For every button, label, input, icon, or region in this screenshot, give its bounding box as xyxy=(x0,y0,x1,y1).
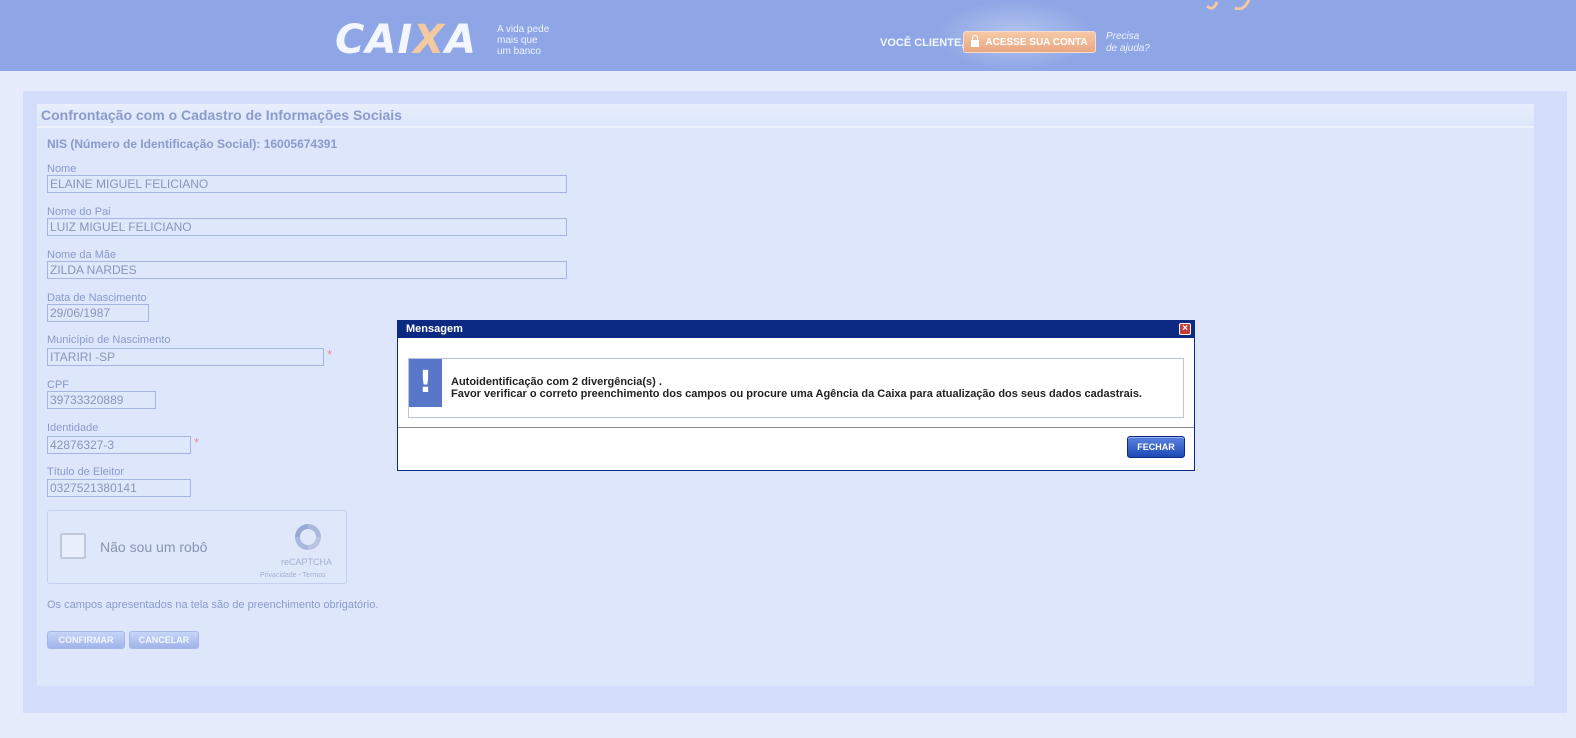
fechar-button[interactable]: FECHAR xyxy=(1127,436,1185,458)
tagline-line: um banco xyxy=(497,46,541,57)
voce-cliente-label: VOCÊ CLIENTE, xyxy=(880,37,965,49)
cpf-label: CPF xyxy=(47,379,69,391)
nome-pai-field[interactable]: LUIZ MIGUEL FELICIANO xyxy=(47,218,567,236)
precisa-de-ajuda-link[interactable]: Precisa de ajuda? xyxy=(1106,31,1150,55)
cpf-field[interactable]: 39733320889 xyxy=(47,391,156,409)
recaptcha-links[interactable]: Privacidade - Termos xyxy=(260,572,326,579)
nome-field[interactable]: ELAINE MIGUEL FELICIANO xyxy=(47,175,567,193)
titulo-eleitor-field[interactable]: 0327521380141 xyxy=(47,479,191,497)
recaptcha-checkbox[interactable] xyxy=(60,533,86,559)
confirmar-button[interactable]: CONFIRMAR xyxy=(47,631,125,649)
dialog-separator xyxy=(398,427,1194,428)
message-line-2: Favor verificar o correto preenchimento … xyxy=(451,388,1142,400)
identidade-label: Identidade xyxy=(47,422,99,434)
acesse-sua-conta-button[interactable]: ACESSE SUA CONTA xyxy=(963,31,1096,53)
message-line-1: Autoidentificação com 2 divergência(s) . xyxy=(451,376,662,388)
dialog-title: Mensagem xyxy=(406,323,463,335)
municipio-field[interactable]: ITARIRI -SP xyxy=(47,348,324,366)
nome-mae-field[interactable]: ZILDA NARDES xyxy=(47,261,567,279)
required-asterisk: * xyxy=(327,347,333,362)
nome-pai-label: Nome do Pai xyxy=(47,206,111,218)
acesse-label: ACESSE SUA CONTA xyxy=(985,36,1088,48)
nome-label: Nome xyxy=(47,163,77,175)
caixa-logo[interactable]: CAIXA xyxy=(335,18,477,62)
recaptcha-label: Não sou um robô xyxy=(100,539,208,555)
message-dialog: Mensagem × ! Autoidentificação com 2 div… xyxy=(397,320,1195,471)
tagline-line: mais que xyxy=(497,35,538,46)
decorative-swirl-icon xyxy=(1205,0,1251,10)
titulo-eleitor-label: Título de Eleitor xyxy=(47,466,125,478)
ajuda-line: de ajuda? xyxy=(1106,43,1150,54)
required-fields-note: Os campos apresentados na tela são de pr… xyxy=(47,599,379,611)
recaptcha-brand: reCAPTCHA xyxy=(281,557,333,567)
warning-icon: ! xyxy=(409,359,442,407)
data-nascimento-label: Data de Nascimento xyxy=(47,292,147,304)
tagline: A vida pede mais que um banco xyxy=(497,24,567,57)
logo-x: X xyxy=(413,17,446,63)
identidade-field[interactable]: 42876327-3 xyxy=(47,436,191,454)
data-nascimento-field[interactable]: 29/06/1987 xyxy=(47,304,149,322)
tagline-line: A vida pede xyxy=(497,24,550,35)
top-header: CAIXA A vida pede mais que um banco VOCÊ… xyxy=(0,0,1576,71)
close-icon[interactable]: × xyxy=(1179,323,1191,335)
required-asterisk: * xyxy=(194,435,200,450)
message-box: ! Autoidentificação com 2 divergência(s)… xyxy=(408,358,1184,418)
cancelar-button[interactable]: CANCELAR xyxy=(129,631,199,649)
ajuda-line: Precisa xyxy=(1106,31,1140,42)
nome-mae-label: Nome da Mãe xyxy=(47,249,117,261)
page-title: Confrontação com o Cadastro de Informaçõ… xyxy=(41,107,402,123)
logo-text: CAI xyxy=(335,17,414,63)
dialog-titlebar: Mensagem × xyxy=(398,321,1194,338)
nis-info: NIS (Número de Identificação Social): 16… xyxy=(47,137,338,151)
logo-text-end: A xyxy=(445,17,478,63)
lock-icon xyxy=(971,34,980,47)
recaptcha-logo-icon xyxy=(295,524,321,550)
recaptcha-widget: Não sou um robô reCAPTCHA Privacidade - … xyxy=(47,510,347,584)
municipio-label: Município de Nascimento xyxy=(47,334,171,346)
